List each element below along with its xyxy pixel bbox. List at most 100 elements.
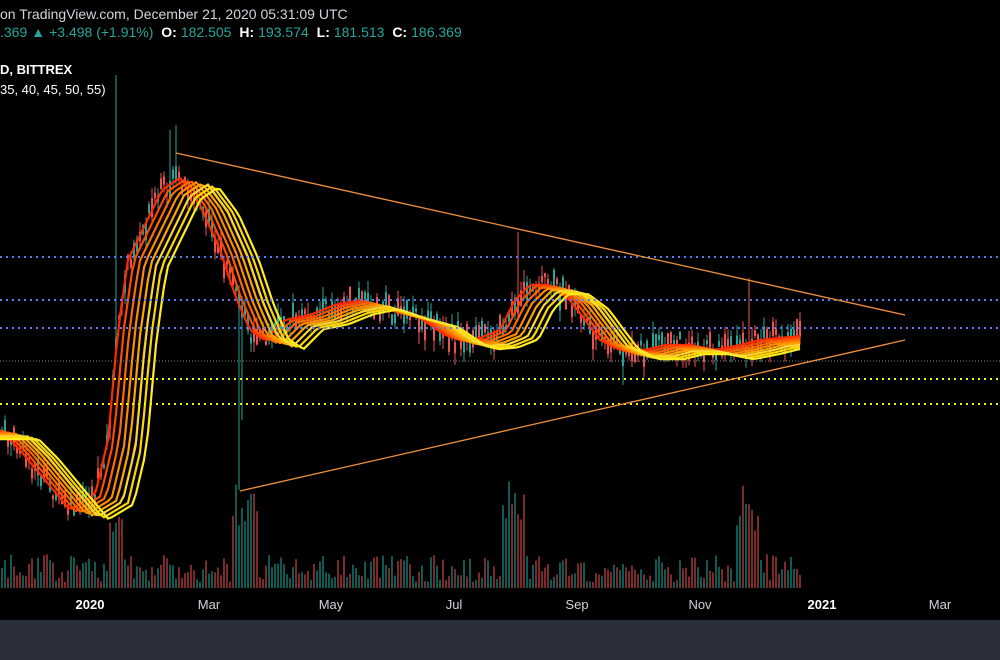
volume-bar bbox=[79, 570, 81, 588]
volume-bar bbox=[190, 564, 192, 588]
volume-bar bbox=[205, 560, 207, 588]
volume-bar bbox=[103, 563, 105, 588]
volume-bar bbox=[772, 555, 774, 588]
volume-bar bbox=[532, 564, 534, 588]
volume-bar bbox=[133, 578, 135, 588]
volume-bar bbox=[784, 561, 786, 588]
volume-bar bbox=[553, 576, 555, 588]
volume-bar bbox=[160, 564, 162, 588]
x-tick-label: Nov bbox=[688, 597, 712, 612]
volume-bar bbox=[367, 578, 369, 588]
volume-bar bbox=[124, 559, 126, 588]
volume-bar bbox=[163, 555, 165, 588]
candle-body bbox=[148, 204, 150, 213]
candle-body bbox=[754, 330, 756, 336]
volume-bar bbox=[265, 565, 267, 588]
candle-body bbox=[415, 308, 417, 312]
volume-bar bbox=[400, 559, 402, 588]
candle-body bbox=[154, 192, 156, 199]
volume-bar bbox=[736, 525, 738, 588]
volume-bar bbox=[319, 561, 321, 588]
price-chart[interactable] bbox=[0, 0, 1000, 660]
volume-bar bbox=[193, 570, 195, 588]
volume-bar bbox=[358, 575, 360, 588]
volume-bar bbox=[562, 560, 564, 588]
volume-bar bbox=[754, 530, 756, 588]
volume-bar bbox=[472, 581, 474, 588]
volume-bar bbox=[538, 556, 540, 588]
volume-bar bbox=[658, 556, 660, 588]
volume-bar bbox=[22, 575, 24, 588]
volume-bar bbox=[487, 560, 489, 588]
candle-body bbox=[265, 340, 267, 345]
volume-bar bbox=[184, 573, 186, 588]
volume-bar bbox=[208, 573, 210, 588]
volume-bar bbox=[655, 559, 657, 588]
volume-bar bbox=[730, 568, 732, 588]
volume-bar bbox=[115, 522, 117, 588]
volume-bar bbox=[439, 579, 441, 588]
volume-bar bbox=[469, 558, 471, 588]
volume-bar bbox=[445, 580, 447, 588]
volume-bar bbox=[628, 570, 630, 588]
volume-bar bbox=[337, 560, 339, 588]
volume-bar bbox=[703, 577, 705, 588]
candle-body bbox=[391, 314, 393, 325]
volume-bar bbox=[88, 558, 90, 588]
volume-bar bbox=[505, 518, 507, 588]
volume-bar bbox=[361, 576, 363, 588]
volume-bar bbox=[763, 572, 765, 588]
volume-bar bbox=[745, 503, 747, 588]
volume-bar bbox=[592, 581, 594, 588]
candle-body bbox=[325, 300, 327, 304]
volume-bar bbox=[292, 567, 294, 588]
candle-body bbox=[31, 468, 33, 479]
volume-bar bbox=[790, 556, 792, 588]
volume-bar bbox=[175, 578, 177, 588]
volume-bar bbox=[793, 568, 795, 588]
volume-bar bbox=[37, 557, 39, 588]
volume-bar bbox=[373, 557, 375, 588]
volume-bar bbox=[604, 567, 606, 588]
candle-body bbox=[469, 342, 471, 353]
candle-body bbox=[592, 331, 594, 350]
volume-bar bbox=[196, 579, 198, 588]
volume-bar bbox=[514, 493, 516, 588]
volume-bar bbox=[283, 564, 285, 588]
volume-bar bbox=[154, 575, 156, 588]
candle-body bbox=[670, 332, 672, 344]
volume-bar bbox=[73, 557, 75, 588]
volume-bar bbox=[145, 569, 147, 588]
volume-bar bbox=[280, 557, 282, 588]
volume-bar bbox=[109, 522, 111, 588]
volume-bar bbox=[430, 557, 432, 588]
candle-body bbox=[394, 314, 396, 324]
volume-bar bbox=[550, 579, 552, 588]
volume-bar bbox=[583, 562, 585, 588]
candle-body bbox=[652, 333, 654, 348]
symbol-label: D, BITTREX bbox=[0, 62, 73, 77]
bottom-toolbar-strip bbox=[0, 620, 1000, 660]
volume-bar bbox=[481, 577, 483, 588]
legend: D, BITTREX 35, 40, 45, 50, 55) bbox=[0, 60, 106, 100]
candle-body bbox=[160, 178, 162, 190]
volume-bar bbox=[328, 573, 330, 588]
volume-bar bbox=[502, 505, 504, 588]
volume-bar bbox=[568, 575, 570, 588]
volume-bar bbox=[523, 494, 525, 588]
volume-bar bbox=[694, 557, 696, 588]
volume-bar bbox=[742, 485, 744, 588]
volume-bar bbox=[787, 570, 789, 588]
volume-bar bbox=[409, 564, 411, 588]
volume-bar bbox=[661, 562, 663, 588]
volume-bar bbox=[229, 581, 231, 588]
volume-bar bbox=[247, 500, 249, 588]
candle-body bbox=[706, 340, 708, 344]
volume-bar bbox=[1, 567, 3, 588]
candle-body bbox=[709, 332, 711, 348]
candle-body bbox=[718, 341, 720, 347]
volume-bar bbox=[613, 564, 615, 588]
volume-bar bbox=[250, 493, 252, 588]
volume-bar bbox=[577, 563, 579, 588]
volume-bar bbox=[625, 567, 627, 588]
